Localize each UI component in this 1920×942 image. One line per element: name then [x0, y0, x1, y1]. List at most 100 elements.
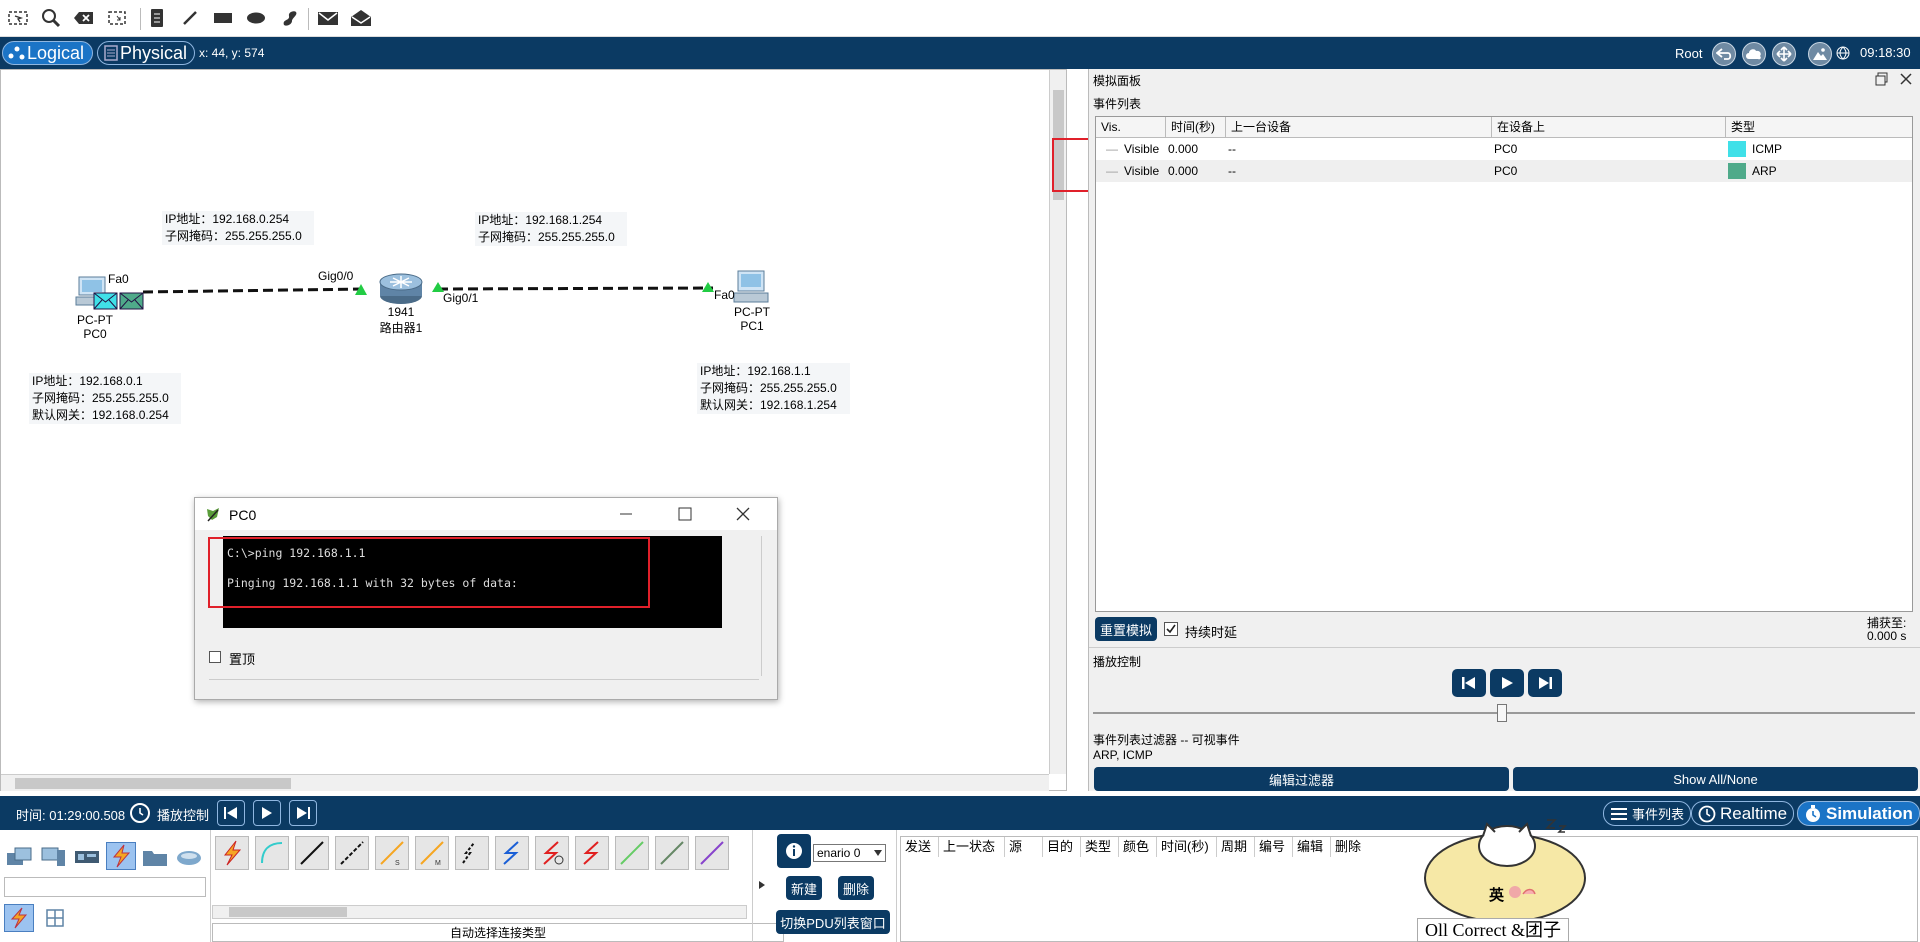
- pdu-col-destination[interactable]: 目的: [1043, 837, 1081, 857]
- col-type[interactable]: 类型: [1726, 117, 1912, 138]
- show-all-none-button[interactable]: Show All/None: [1513, 767, 1918, 791]
- delete-icon[interactable]: [71, 5, 97, 31]
- back-step-button[interactable]: [1452, 669, 1486, 697]
- select-icon[interactable]: [5, 5, 31, 31]
- icmp-envelope-icon[interactable]: [93, 292, 118, 310]
- ellipse-icon[interactable]: [243, 5, 269, 31]
- new-scenario-button[interactable]: 新建: [786, 876, 822, 900]
- time-play-button[interactable]: [253, 800, 281, 826]
- auto-connection-icon[interactable]: [215, 836, 249, 870]
- pdu-col-time[interactable]: 时间(秒): [1157, 837, 1217, 857]
- time-bar: 时间: 01:29:00.508 播放控制 事件列表 Realtime Simu…: [0, 796, 1920, 830]
- pdu-col-type[interactable]: 类型: [1081, 837, 1119, 857]
- top-checkbox[interactable]: [209, 651, 221, 663]
- move-icon[interactable]: [1772, 42, 1796, 66]
- misc-folder-icon[interactable]: [140, 843, 170, 871]
- close-icon[interactable]: [732, 504, 754, 524]
- simulation-mode-button[interactable]: Simulation: [1797, 801, 1920, 826]
- router-device[interactable]: [378, 272, 424, 306]
- play-button[interactable]: [1490, 669, 1524, 697]
- complex-pdu-icon[interactable]: [348, 5, 374, 31]
- coaxial-icon[interactable]: [455, 836, 489, 870]
- phone-cable-icon[interactable]: M: [415, 836, 449, 870]
- freeform-icon[interactable]: [276, 5, 302, 31]
- cmd-inner-scrollbar[interactable]: [722, 536, 736, 628]
- time-back-button[interactable]: [217, 800, 245, 826]
- pdu-list-table[interactable]: 发送 上一状态 源 目的 类型 颜色 时间(秒) 周期 编号 编辑 删除: [900, 836, 1918, 942]
- pdu-col-fire[interactable]: 发送: [901, 837, 939, 857]
- back-icon[interactable]: [1712, 42, 1736, 66]
- connections-hscroll[interactable]: [212, 905, 747, 919]
- edit-filter-button[interactable]: 编辑过滤器: [1094, 767, 1509, 791]
- collapse-arrow-icon[interactable]: [757, 880, 767, 890]
- cmd-outer-scrollbar[interactable]: [761, 536, 775, 676]
- toggle-pdu-list-button[interactable]: 切换PDU列表窗口: [776, 910, 890, 934]
- crossover-icon[interactable]: [335, 836, 369, 870]
- iot-cable-icon[interactable]: [615, 836, 649, 870]
- scenario-info-button[interactable]: [777, 834, 811, 868]
- constant-delay-checkbox[interactable]: [1164, 622, 1178, 636]
- maximize-icon[interactable]: [674, 504, 696, 524]
- rectangle-icon[interactable]: [210, 5, 236, 31]
- components-icon[interactable]: [72, 843, 102, 871]
- pdu-col-source[interactable]: 源: [1005, 837, 1043, 857]
- console-cable-icon[interactable]: [255, 836, 289, 870]
- serial-dce-icon[interactable]: [495, 836, 529, 870]
- pc1-device[interactable]: [732, 269, 772, 305]
- col-time[interactable]: 时间(秒): [1166, 117, 1226, 138]
- cmd-hscroll[interactable]: [209, 679, 759, 694]
- time-forward-button[interactable]: [289, 800, 317, 826]
- draw-line-icon[interactable]: [177, 5, 203, 31]
- col-last-device[interactable]: 上一台设备: [1226, 117, 1492, 138]
- event-list-table[interactable]: Vis. 时间(秒) 上一台设备 在设备上 类型 — Visible 0.000…: [1095, 116, 1913, 612]
- physical-tab[interactable]: Physical: [97, 41, 195, 65]
- workspace-hscroll[interactable]: [1, 774, 1049, 791]
- wireless-cable-icon[interactable]: [695, 836, 729, 870]
- straight-through-icon[interactable]: [295, 836, 329, 870]
- fiber-icon[interactable]: S: [375, 836, 409, 870]
- connections-category-icon[interactable]: [106, 842, 136, 870]
- end-devices-icon[interactable]: [38, 843, 68, 871]
- simple-pdu-icon[interactable]: [315, 5, 341, 31]
- multiuser-cloud-icon[interactable]: [174, 843, 204, 871]
- pdu-col-num[interactable]: 编号: [1255, 837, 1293, 857]
- event-row[interactable]: — Visible 0.000 -- PC0 ARP: [1096, 160, 1912, 182]
- octal-cable-icon[interactable]: [575, 836, 609, 870]
- router-left-config: IP地址：192.168.0.254 子网掩码：255.255.255.0: [162, 211, 314, 245]
- minimize-icon[interactable]: [615, 504, 637, 524]
- delete-scenario-button[interactable]: 删除: [838, 876, 874, 900]
- serial-dte-icon[interactable]: [535, 836, 569, 870]
- col-at-device[interactable]: 在设备上: [1492, 117, 1726, 138]
- restore-icon[interactable]: [1875, 72, 1889, 86]
- pdu-col-last-status[interactable]: 上一状态: [939, 837, 1005, 857]
- timer-icon[interactable]: [130, 803, 150, 823]
- realtime-mode-button[interactable]: Realtime: [1691, 801, 1795, 826]
- arp-envelope-icon[interactable]: [119, 292, 144, 310]
- network-devices-icon[interactable]: [4, 843, 34, 871]
- resize-icon[interactable]: [104, 5, 130, 31]
- usb-cable-icon[interactable]: [655, 836, 689, 870]
- note-icon[interactable]: [144, 5, 170, 31]
- pdu-col-periodic[interactable]: 周期: [1217, 837, 1255, 857]
- logical-tab[interactable]: Logical: [2, 41, 93, 65]
- cable-router-pc1: [437, 286, 714, 291]
- reset-simulation-button[interactable]: 重置模拟: [1095, 617, 1157, 641]
- close-panel-icon[interactable]: [1899, 72, 1913, 86]
- col-vis[interactable]: Vis.: [1096, 117, 1166, 138]
- pdu-col-edit[interactable]: 编辑: [1293, 837, 1331, 857]
- cluster-icon[interactable]: [1742, 42, 1766, 66]
- pdu-col-color[interactable]: 颜色: [1119, 837, 1157, 857]
- svg-text:M: M: [435, 860, 441, 867]
- grid-icon[interactable]: [40, 904, 70, 932]
- slider-handle[interactable]: [1497, 704, 1507, 722]
- device-search-input[interactable]: [4, 877, 206, 897]
- forward-step-button[interactable]: [1528, 669, 1562, 697]
- hscroll-thumb[interactable]: [15, 778, 291, 789]
- background-image-icon[interactable]: [1808, 42, 1832, 66]
- event-row[interactable]: — Visible 0.000 -- PC0 ICMP: [1096, 138, 1912, 160]
- zoom-icon[interactable]: [38, 5, 64, 31]
- connections-subcategory-icon[interactable]: [4, 904, 34, 932]
- event-list-toggle[interactable]: 事件列表: [1603, 801, 1692, 826]
- scenario-select[interactable]: enario 0: [813, 844, 886, 862]
- pdu-col-delete[interactable]: 删除: [1331, 837, 1369, 857]
